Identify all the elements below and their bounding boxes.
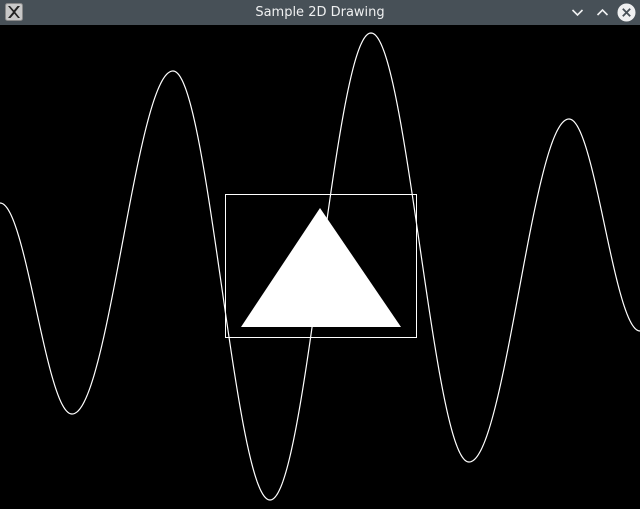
application-window: Sample 2D Drawing	[0, 0, 640, 509]
chevron-up-icon	[596, 8, 609, 16]
window-title: Sample 2D Drawing	[255, 5, 385, 20]
chevron-down-icon	[571, 9, 584, 17]
drawing-surface	[0, 32, 640, 501]
filled-triangle	[241, 208, 401, 327]
close-button[interactable]	[617, 3, 636, 22]
close-icon	[617, 3, 636, 22]
x11-app-icon[interactable]	[5, 3, 23, 21]
minimize-button[interactable]	[568, 3, 587, 22]
drawing-canvas[interactable]	[0, 25, 640, 509]
window-titlebar[interactable]: Sample 2D Drawing	[0, 0, 640, 25]
maximize-button[interactable]	[593, 3, 612, 22]
